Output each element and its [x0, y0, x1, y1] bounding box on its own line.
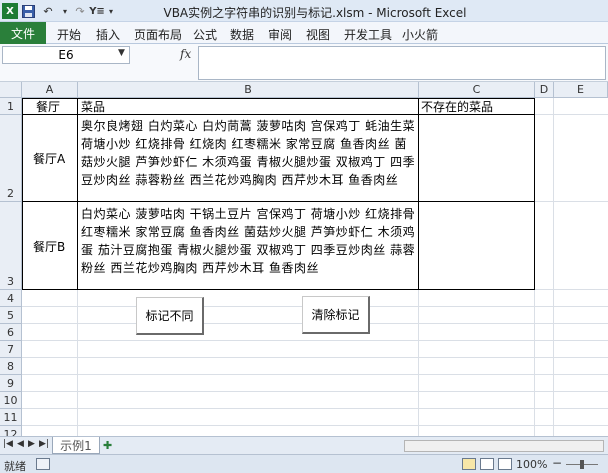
mark-diff-button[interactable]: 标记不同: [136, 297, 204, 335]
cell-b1[interactable]: 菜品: [81, 98, 105, 115]
column-header-a[interactable]: A: [22, 82, 78, 98]
redo-icon[interactable]: ↷: [72, 3, 88, 19]
formula-input[interactable]: [198, 46, 606, 80]
status-bar: 就绪 100% −: [0, 454, 608, 473]
insert-sheet-icon[interactable]: ✚: [103, 439, 112, 452]
row-header-5[interactable]: 5: [0, 307, 22, 324]
page-break-view-icon[interactable]: [498, 458, 512, 470]
column-header-b[interactable]: B: [78, 82, 419, 98]
tab-xiaohuojian[interactable]: 小火箭: [402, 26, 438, 43]
row-header-1[interactable]: 1: [0, 98, 22, 115]
row-header-3[interactable]: 3: [0, 202, 22, 290]
worksheet-grid: A B C D E 1 2 3 4 5 6 7 8 9 10 11 12 餐厅 …: [0, 82, 608, 436]
tab-formulas[interactable]: 公式: [193, 26, 217, 43]
cell-b3[interactable]: 白灼菜心 菠萝咕肉 干锅土豆片 宫保鸡丁 荷塘小炒 红烧排骨 红枣糯米 家常豆腐…: [81, 205, 416, 277]
gridline: [22, 391, 608, 392]
tab-home[interactable]: 开始: [57, 26, 81, 43]
tab-developer[interactable]: 开发工具: [344, 26, 392, 43]
table-border-line: [77, 98, 78, 290]
column-header-c[interactable]: C: [419, 82, 535, 98]
row-header-8[interactable]: 8: [0, 358, 22, 375]
gridline: [534, 98, 535, 436]
row-header-4[interactable]: 4: [0, 290, 22, 307]
column-header-d[interactable]: D: [535, 82, 554, 98]
custom-command-icon[interactable]: Y≡: [88, 3, 106, 19]
tab-file[interactable]: 文件: [0, 22, 46, 44]
page-layout-view-icon[interactable]: [480, 458, 494, 470]
cell-a1[interactable]: 餐厅: [36, 98, 60, 115]
save-icon[interactable]: [20, 3, 36, 19]
formula-bar: E6 ▼ fx: [0, 44, 608, 82]
row-header-9[interactable]: 9: [0, 375, 22, 392]
row-header-6[interactable]: 6: [0, 324, 22, 341]
tab-page-layout[interactable]: 页面布局: [134, 26, 182, 43]
undo-icon[interactable]: ↶: [40, 3, 56, 19]
horizontal-scrollbar[interactable]: [404, 440, 604, 452]
next-sheet-icon[interactable]: ▶: [28, 439, 35, 449]
prev-sheet-icon[interactable]: ◀: [17, 439, 24, 449]
cell-a2[interactable]: 餐厅A: [33, 150, 65, 167]
gridline: [22, 408, 608, 409]
sheet-tab-bar: |◀ ◀ ▶ ▶| 示例1 ✚: [0, 436, 608, 454]
mark-diff-button-label: 标记不同: [145, 309, 194, 323]
clear-mark-button-label: 清除标记: [311, 308, 360, 322]
gridline: [22, 374, 608, 375]
gridline: [553, 98, 554, 436]
tab-review[interactable]: 审阅: [268, 26, 292, 43]
sheet-tab-example1[interactable]: 示例1: [52, 437, 100, 454]
name-box-dropdown-icon[interactable]: ▼: [118, 48, 125, 58]
name-box-value: E6: [58, 48, 74, 62]
row-header-11[interactable]: 11: [0, 409, 22, 426]
row-header-7[interactable]: 7: [0, 341, 22, 358]
gridline: [22, 289, 608, 290]
row-header-12[interactable]: 12: [0, 426, 22, 436]
gridline: [22, 357, 608, 358]
last-sheet-icon[interactable]: ▶|: [39, 439, 49, 449]
gridline: [22, 340, 608, 341]
fx-icon[interactable]: fx: [180, 47, 191, 61]
zoom-slider-thumb[interactable]: [580, 460, 584, 469]
table-border-line: [418, 98, 419, 290]
window-title: VBA实例之字符串的识别与标记.xlsm - Microsoft Excel: [163, 6, 467, 20]
excel-icon[interactable]: X: [2, 3, 18, 19]
row-header-10[interactable]: 10: [0, 392, 22, 409]
zoom-out-icon[interactable]: −: [552, 456, 562, 470]
cell-a3[interactable]: 餐厅B: [33, 238, 65, 255]
tab-data[interactable]: 数据: [230, 26, 254, 43]
gridline: [22, 425, 608, 426]
tab-insert[interactable]: 插入: [96, 26, 120, 43]
cell-c1[interactable]: 不存在的菜品: [421, 98, 493, 115]
title-bar: X ↶ ▾ ↷ Y≡ ▾ VBA实例之字符串的识别与标记.xlsm - Micr…: [0, 0, 608, 22]
status-ready: 就绪: [4, 460, 26, 473]
table-border-line: [22, 201, 535, 202]
row-header-2[interactable]: 2: [0, 115, 22, 202]
cell-b2[interactable]: 奥尔良烤翅 白灼菜心 白灼茼蒿 菠萝咕肉 宫保鸡丁 蚝油生菜 荷塘小炒 红烧排骨…: [81, 117, 416, 189]
undo-dropdown-icon[interactable]: ▾: [58, 3, 72, 19]
column-header-e[interactable]: E: [554, 82, 608, 98]
zoom-level[interactable]: 100%: [516, 458, 547, 471]
clear-mark-button[interactable]: 清除标记: [302, 296, 370, 334]
macro-record-icon[interactable]: [36, 458, 50, 470]
tab-view[interactable]: 视图: [306, 26, 330, 43]
name-box[interactable]: E6: [2, 46, 130, 64]
first-sheet-icon[interactable]: |◀: [3, 439, 13, 449]
ribbon-tabs: 文件 开始 插入 页面布局 公式 数据 审阅 视图 开发工具 小火箭: [0, 22, 608, 44]
qat-more-icon[interactable]: ▾: [106, 3, 116, 19]
normal-view-icon[interactable]: [462, 458, 476, 470]
select-all-corner[interactable]: [0, 82, 22, 98]
